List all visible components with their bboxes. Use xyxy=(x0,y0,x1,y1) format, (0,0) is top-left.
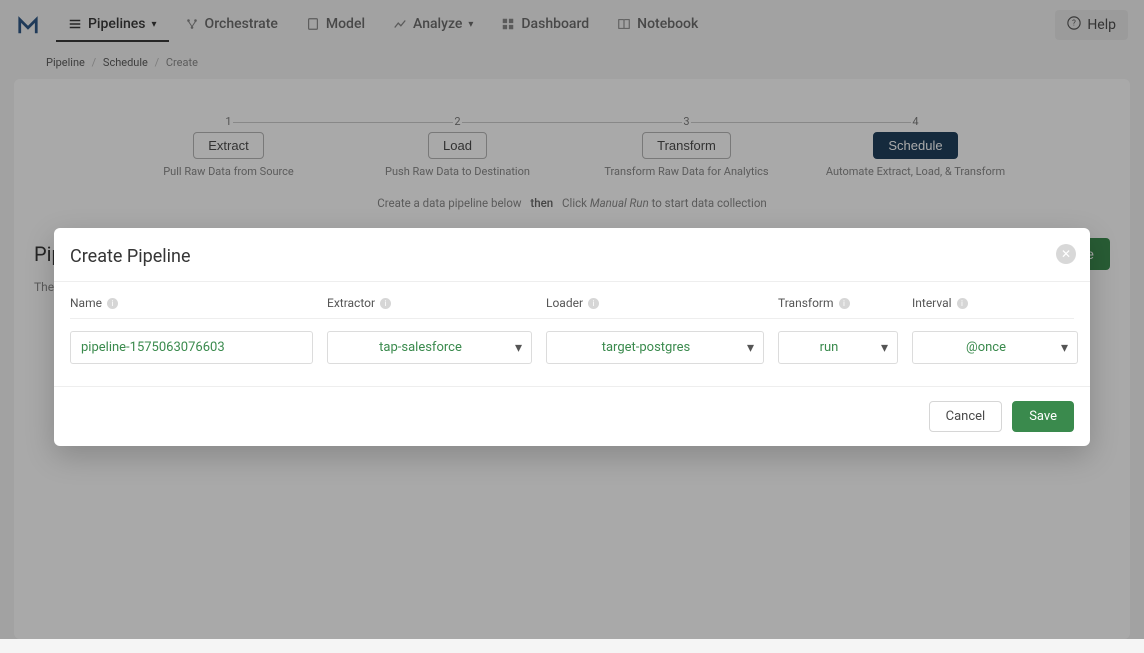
create-pipeline-modal: ✕ Create Pipeline Namei Extractori Loade… xyxy=(54,228,1090,446)
extractor-select[interactable]: tap-salesforce xyxy=(327,331,532,364)
label-extractor: Extractori xyxy=(327,296,532,310)
info-icon[interactable]: i xyxy=(839,298,850,309)
info-icon[interactable]: i xyxy=(380,298,391,309)
close-icon[interactable]: ✕ xyxy=(1056,244,1076,264)
label-loader: Loaderi xyxy=(546,296,764,310)
cancel-button[interactable]: Cancel xyxy=(929,401,1003,432)
save-button[interactable]: Save xyxy=(1012,401,1074,432)
interval-select[interactable]: @once xyxy=(912,331,1078,364)
name-input[interactable] xyxy=(70,331,313,364)
info-icon[interactable]: i xyxy=(957,298,968,309)
label-transform: Transformi xyxy=(778,296,898,310)
modal-overlay[interactable]: ✕ Create Pipeline Namei Extractori Loade… xyxy=(0,0,1144,639)
loader-select[interactable]: target-postgres xyxy=(546,331,764,364)
transform-select[interactable]: run xyxy=(778,331,898,364)
label-name: Namei xyxy=(70,296,313,310)
info-icon[interactable]: i xyxy=(107,298,118,309)
label-interval: Intervali xyxy=(912,296,1078,310)
info-icon[interactable]: i xyxy=(588,298,599,309)
modal-title: Create Pipeline xyxy=(54,228,1090,281)
